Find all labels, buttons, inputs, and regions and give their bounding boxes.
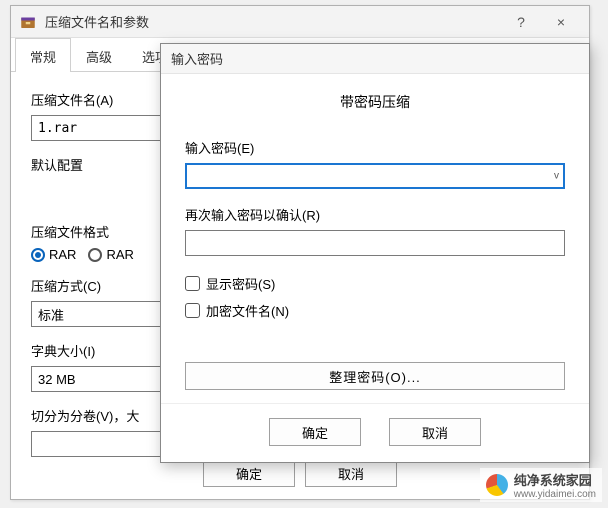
password-input[interactable] (185, 163, 565, 189)
pw-title-bar: 输入密码 (161, 44, 589, 74)
watermark-logo-icon (486, 474, 508, 496)
checkbox-encrypt-names[interactable] (185, 303, 200, 318)
main-cancel-button[interactable]: 取消 (305, 459, 397, 487)
checkbox-show-password[interactable] (185, 276, 200, 291)
format-radio-rar5[interactable]: RAR (88, 247, 133, 262)
title-bar: 压缩文件名和参数 ? × (11, 6, 589, 38)
encrypt-names-label: 加密文件名(N) (206, 301, 289, 320)
radio-unselected-icon (88, 248, 102, 262)
watermark-url: www.yidaimei.com (514, 489, 596, 500)
app-logo-icon (19, 13, 37, 31)
pw-ok-button[interactable]: 确定 (269, 418, 361, 446)
pw-cancel-button[interactable]: 取消 (389, 418, 481, 446)
close-button[interactable]: × (541, 14, 581, 30)
dict-value: 32 MB (38, 372, 76, 387)
tab-general[interactable]: 常规 (15, 38, 71, 72)
watermark-brand: 纯净系统家园 (514, 470, 596, 489)
pw-heading: 带密码压缩 (185, 92, 565, 112)
pw-dialog-title: 输入密码 (171, 49, 223, 68)
main-ok-button[interactable]: 确定 (203, 459, 295, 487)
dialog-title: 压缩文件名和参数 (45, 12, 501, 31)
manage-passwords-button[interactable]: 整理密码(O)... (185, 362, 565, 390)
password-confirm-input[interactable] (185, 230, 565, 256)
show-password-label: 显示密码(S) (206, 274, 275, 293)
method-value: 标准 (38, 305, 64, 324)
chevron-down-icon[interactable]: v (554, 171, 559, 182)
format-rar-text: RAR (49, 247, 76, 262)
password-dialog: 输入密码 带密码压缩 输入密码(E) v 再次输入密码以确认(R) 显示密码(S… (160, 43, 590, 463)
format-radio-rar[interactable]: RAR (31, 247, 76, 262)
pw-confirm-label: 再次输入密码以确认(R) (185, 205, 565, 224)
help-button[interactable]: ? (501, 14, 541, 30)
watermark: 纯净系统家园 www.yidaimei.com (480, 468, 602, 502)
pw-enter-label: 输入密码(E) (185, 138, 565, 157)
tab-advanced[interactable]: 高级 (71, 38, 127, 72)
radio-selected-icon (31, 248, 45, 262)
format-rar5-text: RAR (106, 247, 133, 262)
